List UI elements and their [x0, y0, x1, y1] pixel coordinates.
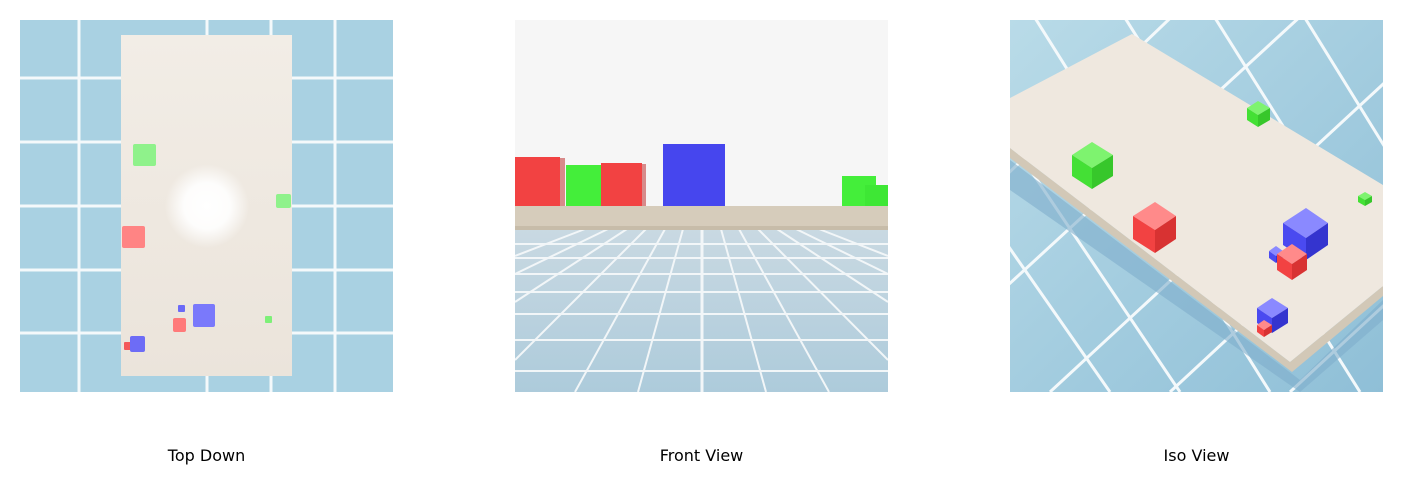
green-cube	[265, 316, 272, 323]
blue-cube	[663, 144, 725, 206]
top-down-view-image	[20, 20, 393, 392]
green-cube	[865, 185, 888, 206]
front-view-image	[515, 20, 888, 392]
blue-cube	[178, 305, 185, 312]
table-edge-shadow	[515, 226, 888, 230]
red-cube	[515, 157, 560, 206]
green-cube	[566, 165, 602, 206]
green-cube	[276, 194, 291, 208]
caption-iso-view: Iso View	[1163, 446, 1230, 465]
red-cube	[601, 163, 642, 206]
light-spot	[165, 164, 249, 248]
iso-view-image	[1010, 20, 1383, 392]
caption-top-down: Top Down	[167, 446, 246, 465]
red-cube	[122, 226, 145, 248]
blue-cube	[130, 336, 145, 352]
blue-cube	[193, 304, 215, 327]
green-cube	[133, 144, 156, 166]
red-cube	[173, 318, 186, 332]
caption-front-view: Front View	[659, 446, 744, 465]
